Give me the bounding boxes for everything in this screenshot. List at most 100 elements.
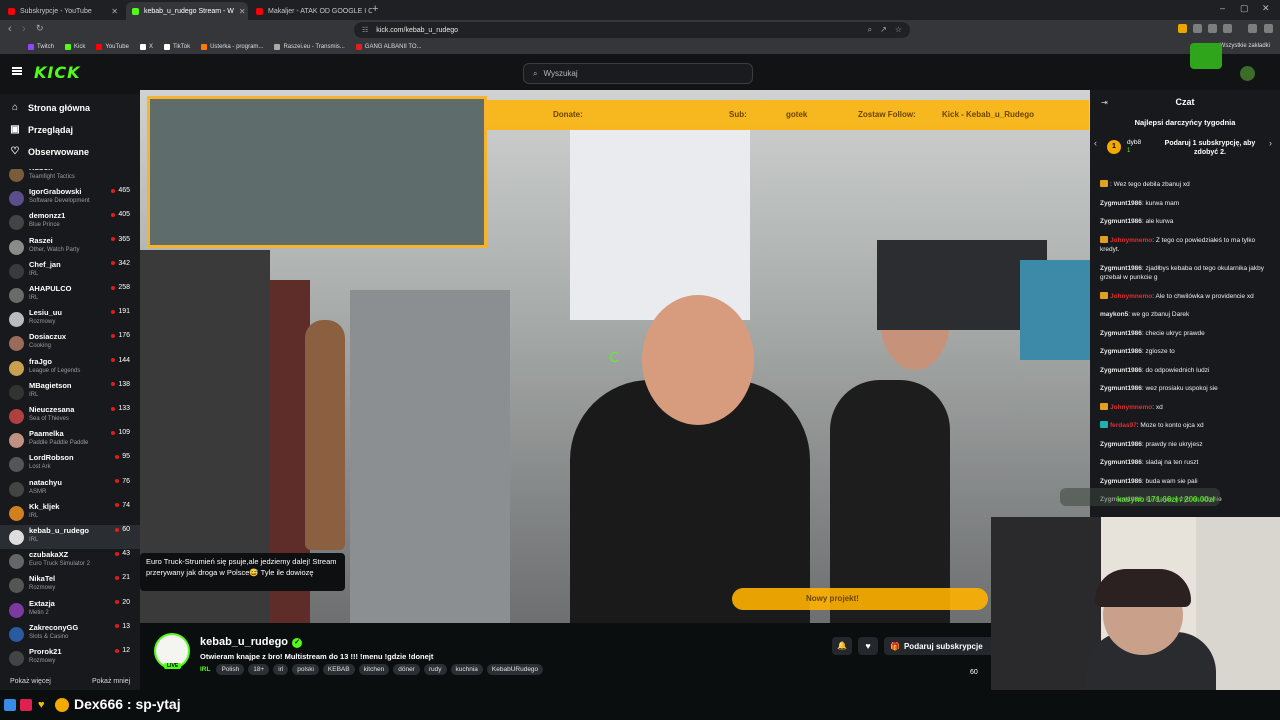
- followed-channel[interactable]: Kk_kljek IRL 74: [0, 501, 140, 525]
- stream-tag[interactable]: Polish: [216, 664, 245, 675]
- bookmark-item[interactable]: Twitch: [28, 44, 54, 50]
- extension-icon[interactable]: [1178, 24, 1187, 33]
- browser-tab[interactable]: kebab_u_rudego Stream - W ✕: [126, 2, 248, 20]
- stream-tag[interactable]: rudy: [423, 664, 447, 675]
- stream-tag[interactable]: irl: [273, 664, 289, 675]
- bookmark-item[interactable]: GANG ALBANII TO...: [355, 44, 422, 50]
- nav-browse[interactable]: ▣ Przeglądaj: [10, 124, 73, 135]
- followed-channel[interactable]: Lesiu_uu Rozmowy 191: [0, 307, 140, 331]
- chat-username[interactable]: Zygmunt1986: [1100, 478, 1142, 485]
- stream-tag[interactable]: kitchen: [358, 664, 390, 675]
- notification-bell-icon[interactable]: 🔔: [832, 637, 852, 655]
- bookmark-star-icon[interactable]: ☆: [895, 25, 902, 35]
- kick-mascot-icon: [1190, 43, 1222, 69]
- followed-channel[interactable]: demonzz1 Blue Prince 405: [0, 210, 140, 234]
- followed-channel[interactable]: Dosiaczux Cooking 176: [0, 331, 140, 355]
- hamburger-menu-icon[interactable]: [12, 67, 22, 75]
- extension-icon[interactable]: [1208, 24, 1217, 33]
- next-arrow-icon[interactable]: ›: [1269, 138, 1272, 148]
- stream-tag[interactable]: döner: [393, 664, 420, 675]
- stream-tag[interactable]: 18+: [248, 664, 270, 675]
- followed-channel[interactable]: Raszei Other, Watch Party 365: [0, 235, 140, 259]
- chat-username[interactable]: Zygmunt1986: [1100, 459, 1142, 466]
- chat-username[interactable]: Zygmunt1986: [1100, 200, 1142, 207]
- chat-username[interactable]: Johnymnemo: [1110, 293, 1152, 300]
- chat-text: : xd: [1152, 403, 1163, 411]
- prev-arrow-icon[interactable]: ‹: [1094, 138, 1097, 148]
- browser-tab[interactable]: Makaljer - ATAK OD GOOGLE I CHIP✕: [250, 2, 372, 20]
- bookmark-item[interactable]: TikTok: [163, 44, 190, 50]
- chat-username[interactable]: Zygmunt1986: [1100, 348, 1142, 355]
- bookmark-item[interactable]: YouTube: [96, 44, 129, 50]
- followed-channel[interactable]: Extazja Metin 2 20: [0, 598, 140, 622]
- chat-username[interactable]: Zygmunt1986: [1100, 385, 1142, 392]
- followed-channel[interactable]: AHAPULCO IRL 258: [0, 283, 140, 307]
- followed-channel[interactable]: LordRobson Lost Ark 95: [0, 452, 140, 476]
- followed-channel[interactable]: Kubon Teamfight Tactics 503: [0, 169, 140, 186]
- streamer-name[interactable]: kebab_u_rudego: [200, 636, 288, 648]
- share-icon[interactable]: ↗: [880, 25, 887, 35]
- followed-channel[interactable]: Prorok21 Rozmowy 12: [0, 646, 140, 670]
- maximize-button[interactable]: ▢: [1240, 3, 1249, 14]
- stream-category[interactable]: IRL: [200, 666, 210, 673]
- followed-channel[interactable]: kebab_u_rudego IRL 60: [0, 525, 140, 549]
- bookmark-item[interactable]: Usterka - program...: [201, 44, 263, 50]
- chat-username[interactable]: Johnymnemo: [1110, 404, 1152, 411]
- followed-channel[interactable]: NikaTel Rozmowy 21: [0, 573, 140, 597]
- channel-name: Extazja: [29, 598, 55, 608]
- followed-channel[interactable]: Chef_jan IRL 342: [0, 259, 140, 283]
- chat-username[interactable]: Zygmunt1986: [1100, 367, 1142, 374]
- followed-channel[interactable]: natachyu ASMR 76: [0, 477, 140, 501]
- chat-username[interactable]: Zygmunt1986: [1100, 265, 1142, 272]
- chat-username[interactable]: Zygmunt1986: [1100, 330, 1142, 337]
- zoom-icon[interactable]: ⌕: [868, 25, 872, 35]
- bookmark-item[interactable]: X: [139, 44, 153, 50]
- tab-close-icon[interactable]: ✕: [239, 7, 246, 16]
- kick-logo[interactable]: KICK: [34, 63, 81, 82]
- chat-username[interactable]: Zygmunt1986: [1100, 441, 1142, 448]
- user-avatar[interactable]: [1240, 66, 1255, 81]
- search-input[interactable]: ⌕ Wyszukaj: [523, 63, 753, 84]
- site-info-icon[interactable]: ☷: [362, 26, 368, 34]
- followed-channel[interactable]: Paamelka Paddle Paddle Paddle 109: [0, 428, 140, 452]
- followed-channel[interactable]: czubakaXZ Euro Truck Simulator 2 43: [0, 549, 140, 573]
- nav-following[interactable]: ♡ Obserwowane: [10, 146, 90, 157]
- extension-icon[interactable]: [1193, 24, 1202, 33]
- stream-tag[interactable]: KEBAB: [322, 664, 355, 675]
- show-less-link[interactable]: Pokaż mniej: [92, 678, 130, 685]
- show-more-link[interactable]: Pokaż więcej: [10, 678, 51, 685]
- stream-tag[interactable]: kuchnia: [450, 664, 483, 675]
- extension-icon[interactable]: [1223, 24, 1232, 33]
- viewer-number: 60: [122, 526, 130, 533]
- chat-username[interactable]: ferdas97: [1110, 422, 1137, 429]
- followed-channel[interactable]: ZakreconyGG Slots & Casino 13: [0, 622, 140, 646]
- stream-tag[interactable]: KebabURudego: [486, 664, 544, 675]
- followed-channel[interactable]: fraJgo League of Legends 144: [0, 356, 140, 380]
- minimize-button[interactable]: –: [1220, 3, 1225, 13]
- follow-heart-icon[interactable]: ♥: [858, 637, 878, 655]
- tab-favicon-icon: [256, 7, 263, 15]
- gift-cta[interactable]: Podaruj 1 subskrypcję, aby zdobyć 2.: [1160, 139, 1260, 157]
- stream-tag[interactable]: polski: [292, 664, 319, 675]
- nav-home[interactable]: ⌂ Strona główna: [10, 102, 90, 113]
- chat-username[interactable]: Zygmunt1986: [1100, 218, 1142, 225]
- followed-channel[interactable]: IgorGrabowski Software Development 465: [0, 186, 140, 210]
- new-tab-button[interactable]: +: [372, 3, 378, 15]
- chat-username[interactable]: maykon5: [1100, 311, 1128, 318]
- back-icon[interactable]: ‹: [8, 23, 12, 35]
- forward-icon[interactable]: ›: [22, 23, 26, 35]
- url-bar[interactable]: ☷ kick.com/kebab_u_rudego ⌕ ↗ ☆: [354, 22, 910, 38]
- bookmark-item[interactable]: Kick: [65, 44, 85, 50]
- close-window-button[interactable]: ✕: [1262, 3, 1270, 14]
- tab-close-icon[interactable]: ✕: [111, 7, 118, 16]
- followed-channel[interactable]: MBagietson IRL 138: [0, 380, 140, 404]
- bookmark-item[interactable]: Raszei.eu - Transmis...: [274, 44, 345, 50]
- browser-tab[interactable]: Subskrypcje - YouTube ✕: [2, 2, 124, 20]
- menu-icon[interactable]: [1264, 24, 1273, 33]
- gift-subscription-button[interactable]: 🎁 Podaruj subskrypcje: [884, 637, 991, 655]
- reload-icon[interactable]: ↻: [36, 23, 44, 34]
- all-bookmarks[interactable]: Wszystkie zakładki: [1220, 43, 1270, 49]
- chat-username[interactable]: Johnymnemo: [1110, 237, 1152, 244]
- followed-channel[interactable]: Nieuczesana Sea of Thieves 133: [0, 404, 140, 428]
- media-icon[interactable]: [1248, 24, 1257, 33]
